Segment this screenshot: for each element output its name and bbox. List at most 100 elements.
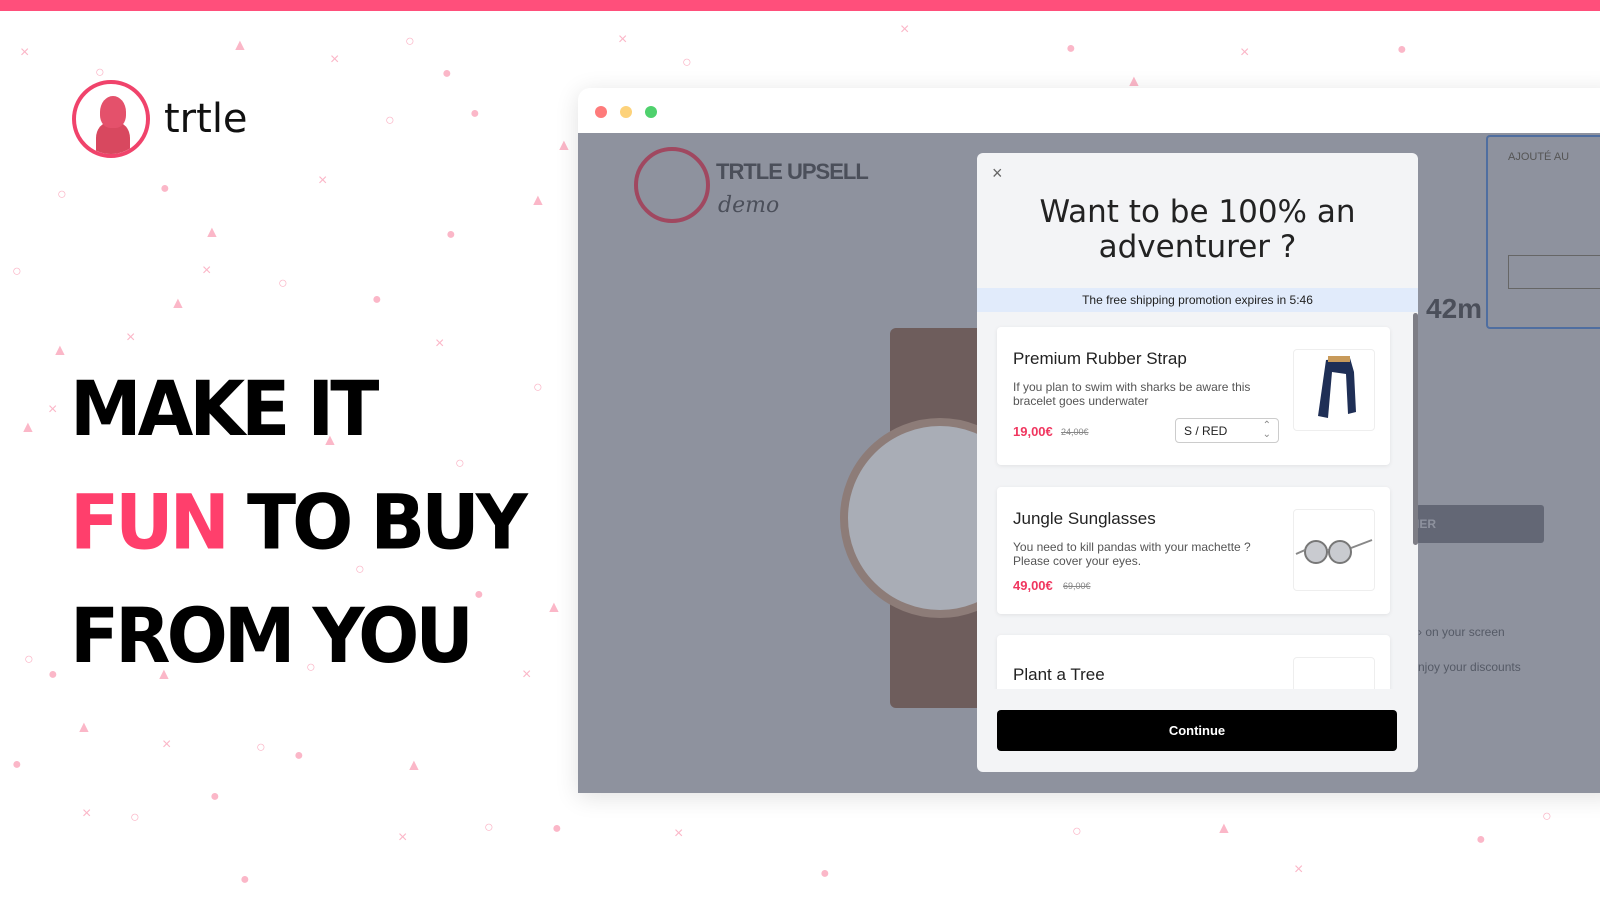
top-accent-bar [0, 0, 1600, 11]
confetti-shape: ▲ [20, 419, 36, 436]
headline-line-2-rest: TO BUY [225, 478, 528, 567]
sunglasses-image [1293, 509, 1375, 591]
confetti-shape: ● [1476, 831, 1486, 848]
headline: MAKE IT FUN TO BUY FROM YOU [70, 352, 528, 692]
confetti-shape: ● [210, 788, 220, 805]
confetti-shape: ● [12, 756, 22, 773]
continue-button[interactable]: Continue [997, 710, 1397, 751]
confetti-shape: ▲ [52, 342, 68, 359]
product-name: Premium Rubber Strap [1013, 349, 1187, 368]
cart-panel-button[interactable] [1508, 255, 1600, 289]
confetti-shape: ▲ [232, 37, 248, 54]
confetti-shape: ▲ [556, 137, 572, 154]
confetti-shape: ▲ [204, 224, 220, 241]
hint-text-2: njoy your discounts [1418, 660, 1521, 674]
add-to-cart-label: IER [1416, 517, 1437, 531]
turtle-logo-icon [72, 80, 150, 158]
shop-logo-icon [634, 147, 710, 223]
confetti-shape: × [398, 829, 408, 846]
confetti-shape: ▲ [406, 757, 422, 774]
confetti-shape: ○ [12, 263, 22, 280]
cart-panel-label: AJOUTÉ AU [1508, 151, 1570, 163]
confetti-shape: ● [1066, 40, 1076, 57]
close-window-dot[interactable] [595, 106, 607, 118]
confetti-shape: ▲ [170, 295, 186, 312]
tree-image [1293, 657, 1375, 689]
confetti-shape: ○ [256, 739, 266, 756]
headline-line-2: FUN TO BUY [70, 465, 528, 578]
confetti-shape: ○ [484, 819, 494, 836]
confetti-shape: ○ [95, 64, 105, 81]
confetti-shape: × [435, 335, 445, 352]
confetti-shape: × [900, 21, 910, 38]
confetti-shape: ▲ [76, 719, 92, 736]
product-card: Premium Rubber Strap If you plan to swim… [997, 327, 1390, 465]
confetti-shape: ○ [1542, 808, 1552, 825]
chevron-updown-icon: ⌃ ⌄ [1262, 420, 1271, 440]
minimize-window-dot[interactable] [620, 106, 632, 118]
confetti-shape: ○ [1072, 823, 1082, 840]
confetti-shape: ● [48, 666, 58, 683]
confetti-shape: ● [446, 226, 456, 243]
confetti-shape: ● [552, 820, 562, 837]
product-card: Jungle Sunglasses You need to kill panda… [997, 487, 1390, 614]
maximize-window-dot[interactable] [645, 106, 657, 118]
size-text: 42m [1426, 293, 1483, 324]
product-price: 49,00€ [1013, 578, 1053, 593]
close-icon[interactable]: × [992, 163, 1003, 184]
confetti-shape: ▲ [1216, 820, 1232, 837]
product-old-price: 69,00€ [1063, 581, 1091, 591]
confetti-shape: × [82, 805, 92, 822]
brand-name: trtle [164, 96, 248, 142]
promo-banner: The free shipping promotion expires in 5… [977, 288, 1418, 312]
confetti-shape: ▲ [530, 192, 546, 209]
product-description: If you plan to swim with sharks be aware… [1013, 380, 1251, 408]
headline-line-3: FROM YOU [70, 591, 474, 680]
confetti-shape: ○ [278, 275, 288, 292]
product-old-price: 24,00€ [1061, 427, 1089, 437]
confetti-shape: ▲ [546, 599, 562, 616]
confetti-shape: ○ [24, 651, 34, 668]
confetti-shape: ○ [130, 809, 140, 826]
confetti-shape: ● [820, 865, 830, 882]
confetti-shape: × [674, 825, 684, 842]
confetti-shape: × [318, 172, 328, 189]
confetti-shape: ● [240, 871, 250, 888]
confetti-shape: × [618, 31, 628, 48]
product-description: You need to kill pandas with your machet… [1013, 540, 1251, 568]
confetti-shape: ○ [57, 186, 67, 203]
confetti-shape: ● [1397, 41, 1407, 58]
variant-select[interactable]: S / RED ⌃ ⌄ [1175, 418, 1279, 443]
product-name: Jungle Sunglasses [1013, 509, 1156, 528]
product-list[interactable]: Premium Rubber Strap If you plan to swim… [977, 313, 1418, 689]
confetti-shape: ● [470, 105, 480, 122]
confetti-shape: ○ [682, 54, 692, 71]
confetti-shape: ○ [533, 379, 543, 396]
confetti-shape: × [330, 51, 340, 68]
product-price: 19,00€ [1013, 424, 1053, 439]
confetti-shape: ● [372, 291, 382, 308]
brand: trtle [72, 80, 248, 158]
variant-value: S / RED [1184, 424, 1228, 438]
scrollbar[interactable] [1413, 313, 1418, 545]
confetti-shape: ○ [405, 33, 415, 50]
cart-panel: AJOUTÉ AU [1486, 135, 1600, 329]
product-name: Plant a Tree [1013, 665, 1105, 684]
add-to-cart-button[interactable]: IER [1416, 505, 1544, 543]
headline-highlight: FUN [70, 478, 230, 567]
shop-title: TRTLE UPSELL [716, 159, 869, 184]
confetti-shape: × [1240, 44, 1250, 61]
headline-line-1: MAKE IT [70, 364, 379, 453]
confetti-shape: × [202, 262, 212, 279]
confetti-shape: ○ [385, 112, 395, 129]
product-card: Plant a Tree [997, 635, 1390, 689]
hint-text-1: › on your screen [1418, 625, 1505, 639]
confetti-shape: ● [160, 180, 170, 197]
upsell-modal: × Want to be 100% an adventurer ? The fr… [977, 153, 1418, 772]
confetti-shape: × [20, 44, 30, 61]
shop-subtitle: demo [718, 193, 780, 218]
confetti-shape: × [162, 736, 172, 753]
confetti-shape: ● [294, 747, 304, 764]
confetti-shape: × [126, 329, 136, 346]
confetti-shape: ● [442, 65, 452, 82]
